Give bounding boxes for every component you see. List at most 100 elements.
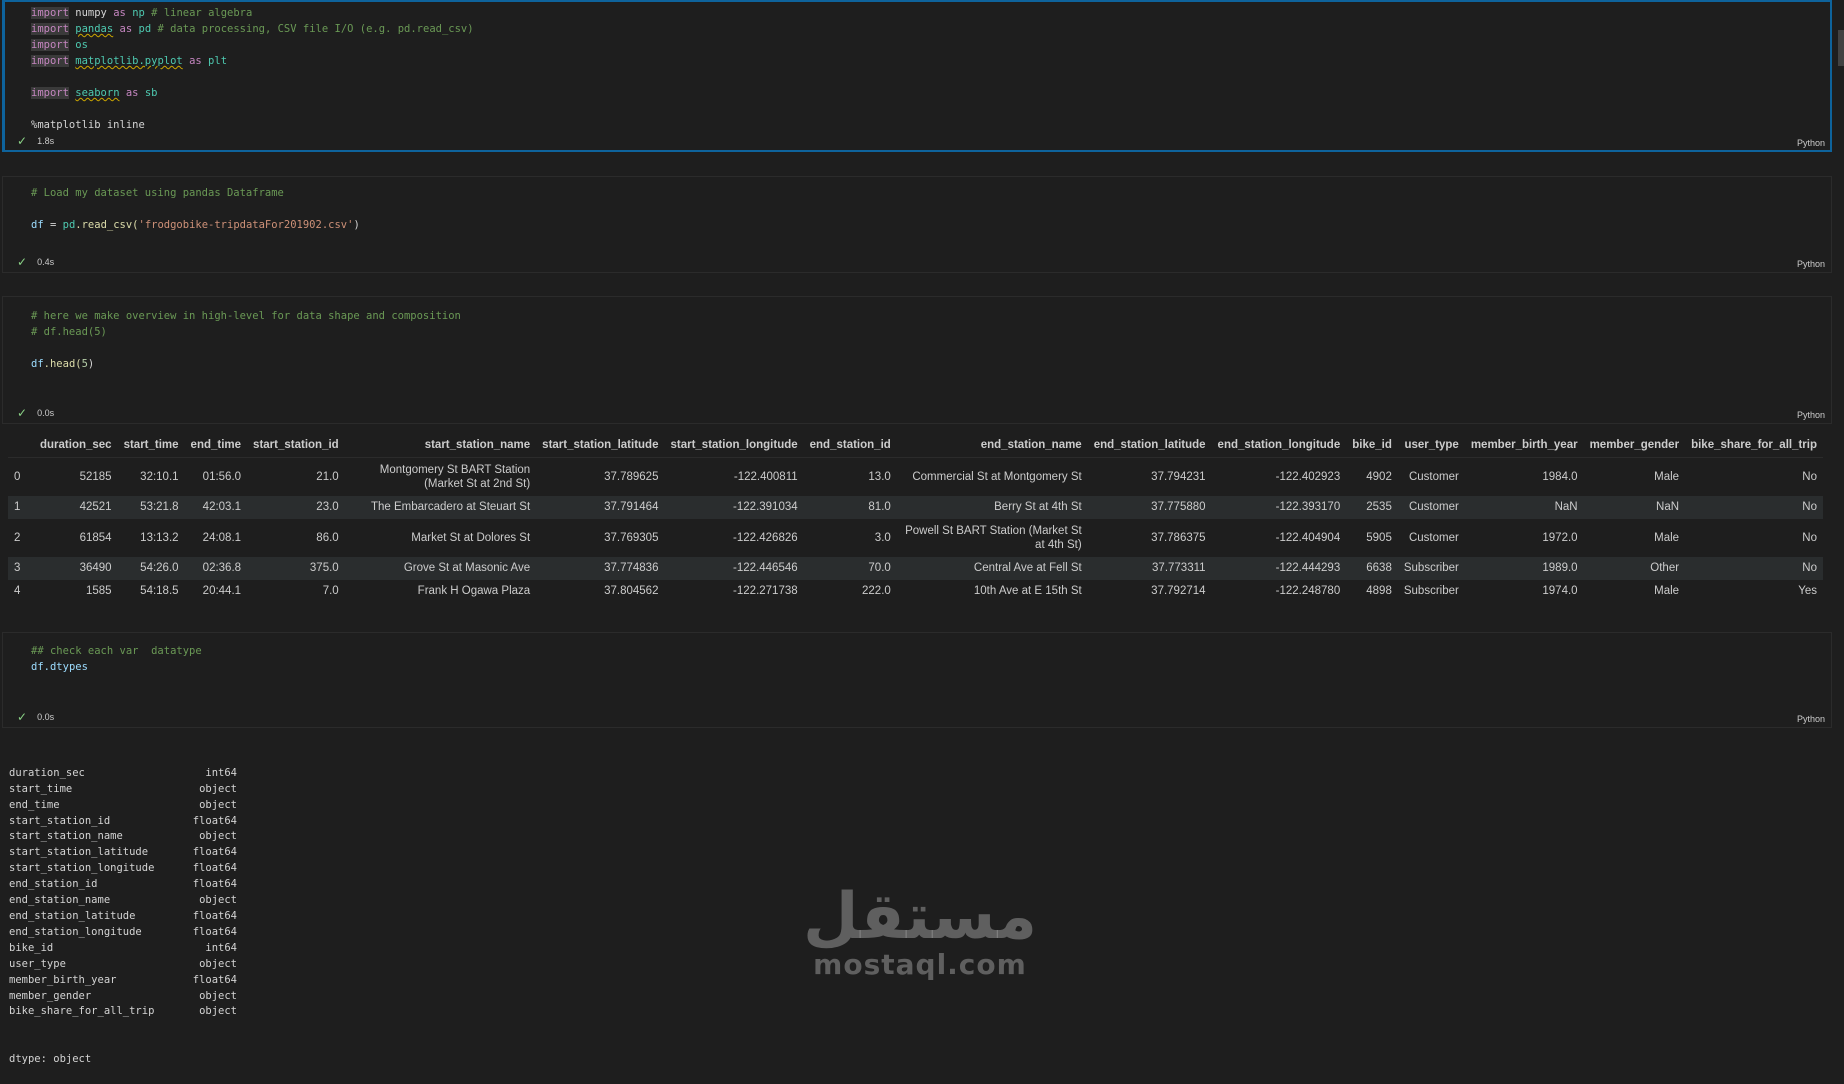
line-1: import numpy as np # linear algebra — [31, 7, 253, 19]
table-cell: -122.271738 — [733, 585, 798, 597]
dtype-value: object — [199, 989, 237, 1002]
dtype-column-name: bike_id — [9, 941, 54, 954]
code-editor[interactable]: ## check each var datatype df.dtypes — [31, 643, 1811, 675]
table-cell: -122.400811 — [733, 470, 798, 483]
dtype-row: bike_share_for_all_trip object — [9, 1004, 237, 1020]
column-header: end_station_name — [896, 433, 1088, 458]
dtype-value: int64 — [205, 941, 237, 954]
dtype-row: duration_sec int64 — [9, 766, 237, 782]
column-header: bike_id — [1346, 433, 1398, 458]
column-header: member_gender — [1583, 433, 1686, 458]
column-header: start_time — [117, 433, 185, 458]
code-cell-dtypes[interactable]: ## check each var datatype df.dtypes ✓ 0… — [2, 632, 1832, 728]
cell-status: ✓ 0.0s — [17, 710, 54, 724]
dtype-column-name: member_birth_year — [9, 973, 117, 986]
dtype-column-name: end_station_name — [9, 894, 111, 907]
table-cell: Commercial St at Montgomery St — [912, 470, 1082, 483]
table-cell: -122.391034 — [733, 501, 798, 513]
line-3: import os — [31, 39, 88, 51]
table-cell: Yes — [1798, 585, 1817, 597]
table-cell: Other — [1650, 562, 1680, 574]
dtype-column-name: end_station_latitude — [9, 909, 136, 922]
table-row: 2 61854 13:13.2 24:08.1 86.0 Market St at Dol… — [8, 519, 1823, 557]
table-cell: NaN — [1554, 501, 1578, 513]
table-cell: 13.0 — [868, 470, 891, 483]
cell-status: ✓ 0.4s — [17, 255, 54, 269]
table-cell: Subscriber — [1403, 562, 1459, 574]
column-header: duration_sec — [34, 433, 118, 458]
check-icon: ✓ — [17, 134, 28, 148]
dtype-value: float64 — [192, 909, 237, 922]
row-index: 1 — [14, 501, 21, 513]
code-editor[interactable]: import numpy as np # linear algebra impo… — [31, 5, 1811, 133]
dtype-column-name: member_gender — [9, 989, 92, 1002]
column-header: start_station_latitude — [536, 433, 665, 458]
execution-time: 1.8s — [37, 136, 55, 146]
dtype-column-name: bike_share_for_all_trip — [9, 1005, 155, 1018]
row-index: 4 — [14, 585, 21, 597]
code-editor[interactable]: # here we make overview in high-level fo… — [31, 308, 1811, 372]
dtype-row: end_time object — [9, 798, 237, 814]
table-row: 1 42521 53:21.8 42:03.1 23.0 The Embarcadero … — [8, 495, 1823, 519]
cell-status: ✓ 0.0s — [17, 406, 54, 420]
table-cell: 37.792714 — [1151, 585, 1206, 597]
language-label[interactable]: Python — [1797, 714, 1825, 724]
table-cell: -122.402923 — [1275, 470, 1341, 483]
dtype-value: object — [199, 1005, 237, 1018]
table-cell: 375.0 — [309, 562, 339, 574]
watermark-arabic: مستقل — [802, 880, 1038, 954]
table-cell: 37.789625 — [604, 470, 659, 483]
table-cell: 24:08.1 — [202, 531, 242, 544]
code-cell-head[interactable]: # here we make overview in high-level fo… — [2, 296, 1832, 424]
language-label[interactable]: Python — [1797, 138, 1825, 148]
code-cell-imports[interactable]: import numpy as np # linear algebra impo… — [2, 0, 1832, 152]
table-cell: 2535 — [1366, 501, 1392, 513]
row-index: 3 — [14, 562, 21, 574]
dtype-value: float64 — [192, 878, 237, 891]
table-cell: 4902 — [1366, 470, 1392, 483]
code-cell-load[interactable]: # Load my dataset using pandas Dataframe… — [2, 176, 1832, 273]
table-cell: -122.248780 — [1275, 585, 1341, 597]
code-editor[interactable]: # Load my dataset using pandas Dataframe… — [31, 185, 1811, 233]
dtype-value: int64 — [205, 766, 237, 779]
table-row: 3 36490 54:26.0 02:36.8 375.0 Grove St at Mas… — [8, 556, 1823, 580]
scrollbar-thumb[interactable] — [1838, 30, 1844, 66]
column-header: user_type — [1397, 433, 1465, 458]
table-cell: 37.804562 — [604, 585, 659, 597]
dtype-row: bike_id int64 — [9, 941, 237, 957]
table-cell: -122.426826 — [733, 531, 798, 544]
table-cell: Central Ave at Fell St — [973, 562, 1082, 574]
dtype-row: start_station_name object — [9, 829, 237, 845]
table-cell: 13:13.2 — [140, 531, 179, 544]
dtype-row: start_station_latitude float64 — [9, 845, 237, 861]
table-cell: Male — [1654, 470, 1680, 483]
table-body: 0 52185 32:10.1 01:56.0 21.0 Montgomery St BA… — [8, 458, 1823, 603]
table-cell: 10th Ave at E 15th St — [973, 585, 1082, 597]
table-cell: 61854 — [79, 531, 112, 544]
dtype-column-name: end_station_longitude — [9, 925, 142, 938]
table-cell: 53:21.8 — [140, 501, 179, 513]
table-cell: No — [1802, 470, 1817, 483]
table-cell: Customer — [1408, 470, 1459, 483]
dtypes-output: duration_sec int64 start_timeobject end_tim… — [9, 734, 237, 1084]
line-6: import seaborn as sb — [31, 87, 158, 99]
table-cell: 1972.0 — [1542, 531, 1578, 544]
table-cell: 37.786375 — [1151, 531, 1206, 544]
table-cell: 02:36.8 — [202, 562, 242, 574]
table-cell: 36490 — [79, 562, 112, 574]
table-cell: No — [1802, 562, 1817, 574]
dtype-column-name: start_time — [9, 782, 73, 795]
language-label[interactable]: Python — [1797, 410, 1825, 420]
table-cell: 7.0 — [322, 585, 339, 597]
column-header: end_time — [184, 433, 248, 458]
column-header: start_station_longitude — [664, 433, 804, 458]
execution-time: 0.0s — [37, 712, 55, 722]
table-cell: Grove St at Masonic Ave — [403, 562, 531, 574]
table-cell: 5905 — [1366, 531, 1392, 544]
table-cell: Powell St BART Station (Market St at 4th… — [905, 524, 1082, 551]
table-cell: Frank H Ogawa Plaza — [417, 585, 531, 597]
table-cell: 37.769305 — [604, 531, 659, 544]
language-label[interactable]: Python — [1797, 259, 1825, 269]
column-header: start_station_name — [344, 433, 537, 458]
table-cell: The Embarcadero at Steuart St — [371, 501, 531, 513]
